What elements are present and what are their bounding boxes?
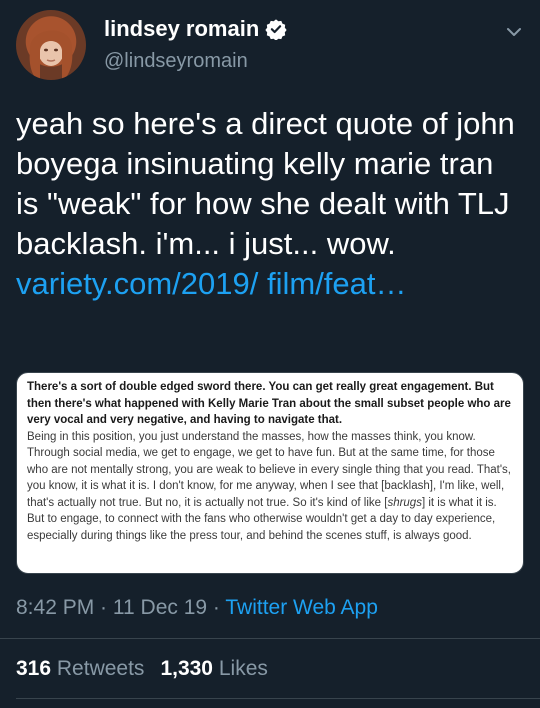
author-names: lindsey romain @lindseyromain [104,16,287,73]
tweet-date[interactable]: 11 Dec 19 [113,596,207,619]
meta-separator: · [94,596,113,619]
display-name-row: lindsey romain [104,16,287,42]
tweet-source[interactable]: Twitter Web App [225,596,378,619]
likes-count: 1,330 [160,657,213,680]
card-content: There's a sort of double edged sword the… [17,373,523,544]
handle[interactable]: @lindseyromain [104,50,287,73]
likes-label: Likes [218,657,268,680]
meta-separator: · [207,596,226,619]
avatar[interactable] [16,10,86,80]
avatar-image [29,30,73,80]
card-bold-text: There's a sort of double edged sword the… [27,381,511,426]
card-body-italic: shrugs [387,496,422,509]
divider [16,698,540,699]
divider [0,638,540,639]
tweet-header: lindsey romain @lindseyromain [16,10,524,82]
display-name[interactable]: lindsey romain [104,16,259,42]
likes-stat[interactable]: 1,330 Likes [160,657,267,680]
retweets-stat[interactable]: 316 Retweets [16,657,144,680]
tweet-stats: 316 Retweets 1,330 Likes [16,657,268,681]
tweet-link[interactable]: variety.com/2019/ film/feat… [16,266,407,301]
retweets-label: Retweets [56,657,145,680]
quote-image-card[interactable]: There's a sort of double edged sword the… [16,372,524,574]
card-body-text: Being in this position, you just underst… [27,429,513,545]
tweet-body: yeah so here's a direct quote of john bo… [16,106,515,261]
tweet-meta: 8:42 PM · 11 Dec 19 · Twitter Web App [16,596,378,620]
tweet-text: yeah so here's a direct quote of john bo… [16,104,516,304]
verified-badge-icon [265,18,287,41]
tweet-time[interactable]: 8:42 PM [16,596,94,619]
retweets-count: 316 [16,657,52,680]
chevron-down-icon[interactable] [504,22,524,42]
